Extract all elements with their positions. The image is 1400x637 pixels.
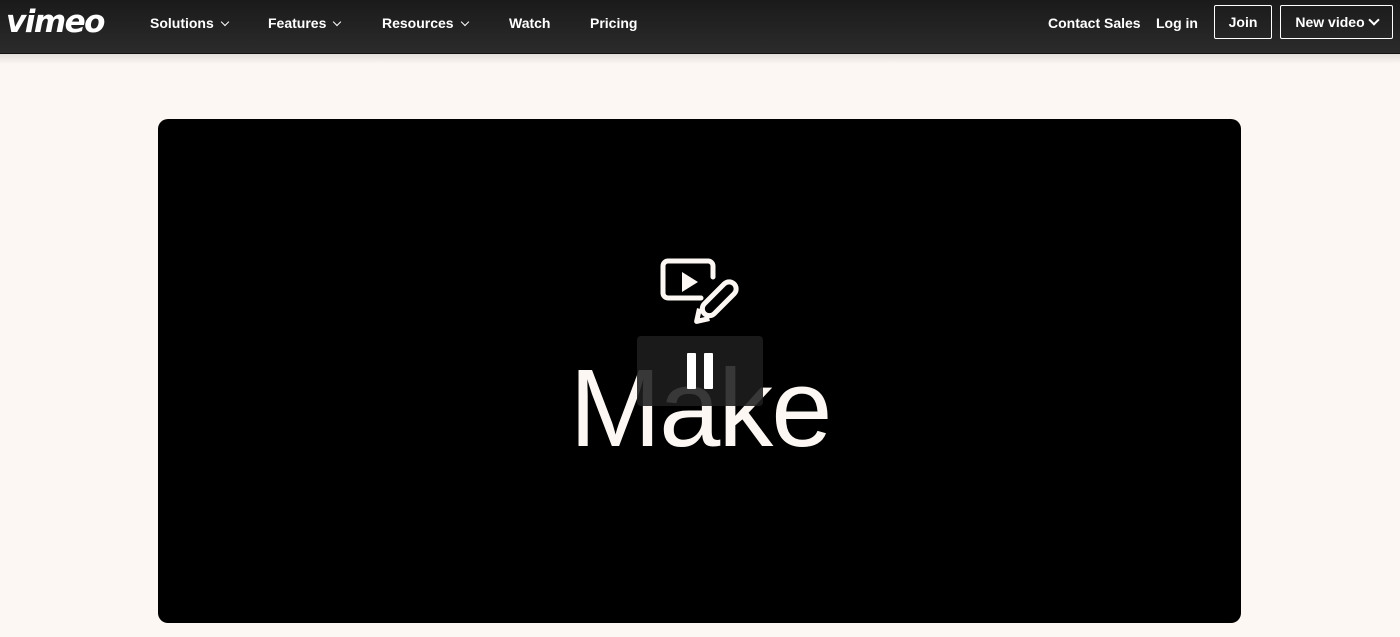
nav-watch[interactable]: Watch bbox=[509, 0, 550, 46]
join-button-label: Join bbox=[1228, 14, 1258, 30]
chevron-down-icon bbox=[460, 17, 469, 27]
nav-pricing-label: Pricing bbox=[590, 15, 638, 31]
pause-icon bbox=[704, 353, 713, 389]
log-in-label: Log in bbox=[1156, 15, 1198, 31]
pause-button[interactable] bbox=[637, 336, 763, 406]
nav-solutions-label: Solutions bbox=[150, 15, 214, 31]
contact-sales-link[interactable]: Contact Sales bbox=[1048, 0, 1141, 46]
nav-features-label: Features bbox=[268, 15, 327, 31]
nav-watch-label: Watch bbox=[509, 15, 551, 31]
nav-features[interactable]: Features bbox=[268, 0, 342, 46]
vimeo-logo[interactable]: vimeo bbox=[6, 2, 105, 42]
nav-resources-label: Resources bbox=[382, 15, 454, 31]
new-video-button[interactable]: New video bbox=[1280, 5, 1393, 39]
nav-resources[interactable]: Resources bbox=[382, 0, 469, 46]
video-edit-icon bbox=[660, 258, 739, 324]
nav-pricing[interactable]: Pricing bbox=[590, 0, 637, 46]
contact-sales-label: Contact Sales bbox=[1048, 15, 1141, 31]
pause-icon bbox=[687, 353, 696, 389]
chevron-down-icon bbox=[220, 17, 230, 27]
new-video-button-label: New video bbox=[1295, 14, 1365, 30]
nav-solutions[interactable]: Solutions bbox=[150, 0, 230, 46]
topbar-shadow bbox=[0, 54, 1400, 64]
chevron-down-icon bbox=[333, 17, 342, 27]
chevron-down-icon bbox=[1367, 14, 1380, 26]
join-button[interactable]: Join bbox=[1214, 5, 1272, 39]
log-in-link[interactable]: Log in bbox=[1156, 0, 1198, 46]
